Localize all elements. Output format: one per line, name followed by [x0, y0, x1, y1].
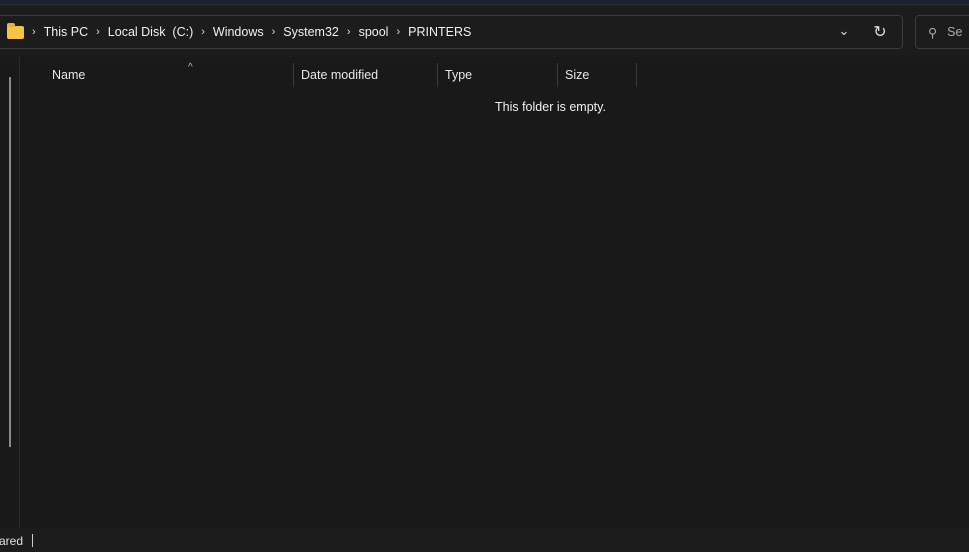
chevron-down-icon[interactable]: ⌄ [835, 23, 853, 39]
breadcrumb-system32[interactable]: System32 [283, 25, 339, 39]
breadcrumb-this-pc[interactable]: This PC [44, 25, 88, 39]
column-name-label: Name [52, 68, 86, 82]
column-header-size[interactable]: Size [557, 63, 637, 87]
search-icon: ⚲ [928, 25, 938, 40]
search-placeholder: Se [947, 25, 963, 39]
file-list: Name ^ Date modified Type Size This fold… [21, 57, 969, 529]
column-type-label: Type [445, 68, 473, 82]
sort-ascending-icon: ^ [188, 62, 193, 73]
column-header-name[interactable]: Name ^ [45, 62, 293, 87]
refresh-icon[interactable]: ↻ [871, 22, 889, 42]
folder-icon [7, 22, 24, 39]
column-header-date-modified[interactable]: Date modified [293, 63, 437, 87]
column-header-type[interactable]: Type [437, 63, 557, 87]
status-bar: ared [0, 529, 969, 552]
chevron-right-icon[interactable]: › [396, 26, 400, 38]
chevron-right-icon[interactable]: › [96, 26, 100, 38]
empty-folder-message: This folder is empty. [495, 100, 606, 114]
navigation-toolbar: › This PC › Local Disk (C:) › Windows › … [0, 5, 969, 57]
status-divider [32, 534, 34, 547]
breadcrumb-spool[interactable]: spool [359, 25, 389, 39]
search-input[interactable]: ⚲ Se [915, 15, 969, 49]
nav-pane-scrollbar[interactable] [9, 77, 11, 447]
breadcrumb-printers[interactable]: PRINTERS [408, 25, 471, 39]
breadcrumb-windows[interactable]: Windows [213, 25, 264, 39]
chevron-right-icon[interactable]: › [32, 26, 36, 38]
breadcrumb-local-disk[interactable]: Local Disk (C:) [108, 25, 193, 39]
address-bar[interactable]: › This PC › Local Disk (C:) › Windows › … [0, 15, 903, 49]
chevron-right-icon[interactable]: › [347, 26, 351, 38]
chevron-right-icon[interactable]: › [201, 26, 205, 38]
column-size-label: Size [565, 68, 590, 82]
chevron-right-icon[interactable]: › [272, 26, 276, 38]
status-text: ared [0, 533, 24, 548]
column-date-label: Date modified [301, 68, 379, 82]
